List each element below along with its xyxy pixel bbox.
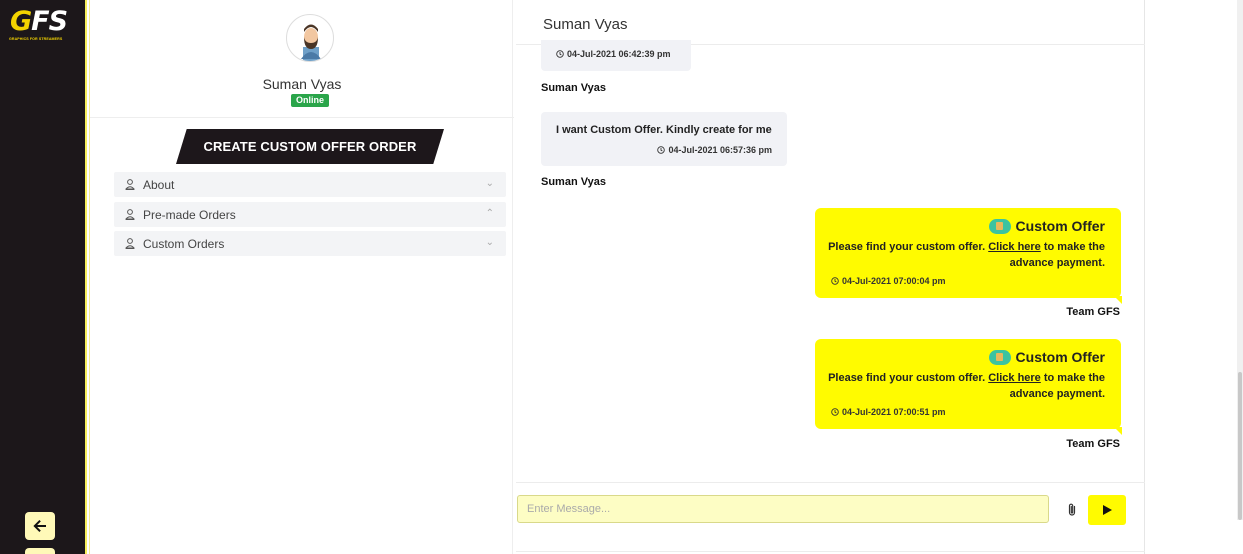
user-icon (125, 179, 135, 190)
accordion-label: Custom Orders (143, 236, 225, 251)
gfs-logo[interactable]: GFS GRAPHICS FOR STREAMERS (6, 6, 78, 41)
scrollbar-thumb[interactable] (1238, 372, 1242, 520)
custom-offer-text: Please find your custom offer. Click her… (828, 241, 1105, 269)
clock-icon (831, 408, 839, 416)
accordion-pre-made-orders[interactable]: Pre-made Orders ⌃ (114, 202, 506, 227)
message-sender: Team GFS (1066, 306, 1120, 318)
accordion-custom-orders[interactable]: Custom Orders ⌄ (114, 231, 506, 256)
chat-panel: Suman Vyas 04-Jul-2021 06:42:39 pm Suman… (516, 0, 1145, 554)
profile-name: Suman Vyas (262, 76, 342, 92)
profile-panel: Suman Vyas Online CREATE CUSTOM OFFER OR… (89, 0, 514, 554)
message-sender: Team GFS (1066, 438, 1120, 450)
chat-title: Suman Vyas (543, 16, 628, 33)
page-scrollbar[interactable] (1237, 0, 1243, 520)
back-button[interactable] (25, 512, 55, 540)
avatar-illustration (301, 24, 321, 61)
custom-offer-title: Custom Offer (988, 218, 1105, 234)
user-icon (125, 238, 135, 249)
paperclip-icon[interactable] (1065, 502, 1079, 518)
message-input[interactable] (517, 495, 1049, 523)
message-timestamp: 04-Jul-2021 07:00:04 pm (831, 276, 946, 286)
clock-icon (657, 146, 666, 154)
offer-icon (988, 349, 1011, 365)
message-timestamp: 04-Jul-2021 06:57:36 pm (657, 145, 772, 155)
message-sender: Suman Vyas (541, 176, 607, 188)
offer-icon-glyph (996, 222, 1004, 230)
message-composer (516, 482, 1145, 552)
accordion-label: Pre-made Orders (143, 207, 236, 222)
incoming-message: I want Custom Offer. Kindly create for m… (541, 112, 787, 166)
arrow-left-icon (33, 520, 46, 532)
rail-secondary-button[interactable] (25, 548, 55, 554)
user-icon (125, 209, 135, 220)
create-custom-offer-button[interactable]: CREATE CUSTOM OFFER ORDER (176, 129, 444, 164)
logo-subtitle: GRAPHICS FOR STREAMERS (9, 37, 63, 41)
chat-header: Suman Vyas (516, 0, 1145, 45)
chevron-down-icon: ⌄ (485, 237, 494, 248)
accordion-label: About (143, 177, 175, 192)
message-text: I want Custom Offer. Kindly create for m… (556, 124, 772, 136)
chevron-up-icon: ⌃ (485, 208, 494, 219)
custom-offer-message: Custom Offer Please find your custom off… (815, 208, 1122, 304)
offer-icon (988, 218, 1011, 234)
bubble-tail (1114, 427, 1122, 435)
bubble-tail (1114, 296, 1122, 304)
send-icon (1103, 505, 1112, 515)
incoming-message: 04-Jul-2021 06:42:39 pm (541, 40, 691, 71)
offer-icon-glyph (996, 353, 1004, 361)
avatar (286, 14, 334, 62)
click-here-link[interactable]: Click here (988, 372, 1041, 384)
left-rail: GFS GRAPHICS FOR STREAMERS (0, 0, 87, 554)
accordion-about[interactable]: About ⌄ (114, 172, 506, 197)
click-here-link[interactable]: Click here (988, 241, 1041, 253)
chevron-down-icon: ⌄ (485, 178, 494, 189)
logo-text: GFS (10, 6, 68, 37)
clock-icon (556, 50, 564, 58)
custom-offer-title: Custom Offer (988, 349, 1105, 365)
logo-g-glyph: G (10, 6, 32, 37)
status-badge: Online (291, 94, 330, 107)
send-button[interactable] (1088, 495, 1126, 525)
divider (90, 117, 514, 118)
custom-offer-text: Please find your custom offer. Click her… (828, 372, 1105, 400)
logo-fs-glyph: FS (31, 6, 68, 37)
custom-offer-message: Custom Offer Please find your custom off… (815, 339, 1122, 435)
message-timestamp: 04-Jul-2021 06:42:39 pm (556, 49, 671, 59)
message-sender: Suman Vyas (541, 82, 607, 94)
message-timestamp: 04-Jul-2021 07:00:51 pm (831, 407, 946, 417)
clock-icon (831, 277, 839, 285)
